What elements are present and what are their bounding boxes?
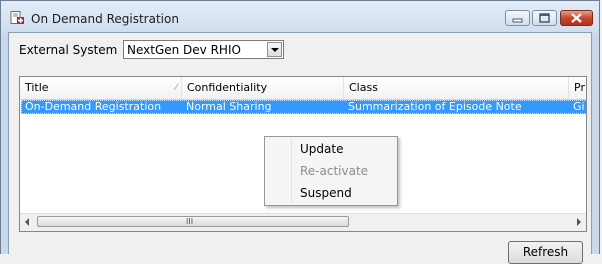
external-system-select[interactable]: NextGen Dev RHIO (123, 40, 284, 59)
minimize-button[interactable] (505, 10, 530, 26)
column-header-class[interactable]: Class (344, 77, 569, 99)
chevron-down-icon[interactable] (267, 42, 282, 57)
window: On Demand Registration External System N… (0, 0, 600, 264)
menu-item-update[interactable]: Update (300, 142, 343, 156)
context-menu: Update Re-activate Suspend (264, 136, 398, 206)
cell-pr: Gi (573, 101, 585, 113)
scroll-left-icon[interactable] (25, 218, 29, 226)
registration-app-icon (10, 11, 24, 24)
column-header-label: Confidentiality (187, 81, 268, 94)
close-icon (571, 13, 582, 23)
scroll-thumb[interactable]: III (37, 216, 349, 227)
list-header: Title ⁄ Confidentiality Class Pr (20, 77, 586, 100)
close-button[interactable] (560, 10, 593, 26)
minimize-icon (512, 18, 523, 23)
external-system-label: External System (19, 43, 118, 57)
grip-icon: III (186, 217, 194, 226)
sort-icon: ⁄ (175, 83, 177, 93)
title-bar[interactable]: On Demand Registration (1, 1, 599, 33)
table-row[interactable]: On-Demand Registration Normal Sharing Su… (21, 100, 586, 114)
maximize-button[interactable] (532, 10, 557, 26)
column-header-title[interactable]: Title ⁄ (20, 77, 182, 99)
menu-item-reactivate[interactable]: Re-activate (300, 164, 368, 178)
menu-item-suspend[interactable]: Suspend (300, 186, 352, 200)
cell-confidentiality: Normal Sharing (186, 101, 272, 113)
column-header-label: Title (25, 81, 49, 94)
external-system-value: NextGen Dev RHIO (127, 43, 241, 57)
maximize-icon (539, 13, 550, 23)
column-header-pr[interactable]: Pr (569, 77, 586, 99)
scroll-right-icon[interactable] (577, 218, 581, 226)
window-title: On Demand Registration (31, 12, 179, 26)
column-header-confidentiality[interactable]: Confidentiality (182, 77, 344, 99)
column-header-label: Class (349, 81, 378, 94)
column-header-label: Pr (574, 81, 585, 94)
horizontal-scrollbar[interactable]: III (20, 213, 586, 231)
cell-class: Summarization of Episode Note (348, 101, 522, 113)
menu-gutter (291, 139, 292, 203)
cell-title: On-Demand Registration (25, 101, 162, 113)
refresh-button[interactable]: Refresh (508, 241, 583, 264)
